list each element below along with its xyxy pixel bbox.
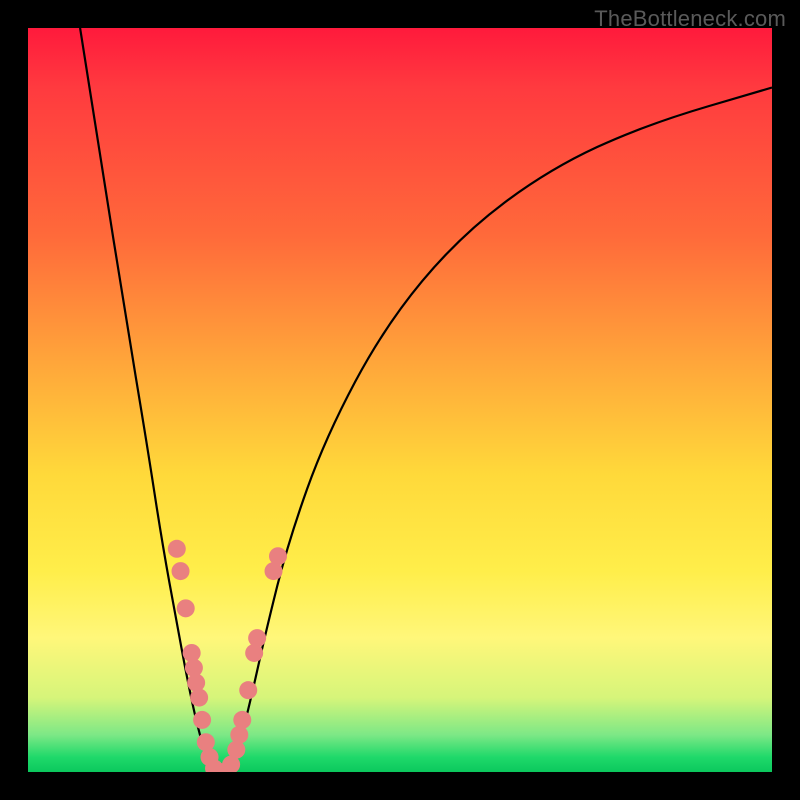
data-marker: [227, 741, 245, 759]
data-marker: [269, 547, 287, 565]
data-marker: [168, 540, 186, 558]
chart-stage: TheBottleneck.com: [0, 0, 800, 800]
data-marker: [248, 629, 266, 647]
data-marker: [172, 562, 190, 580]
data-marker: [193, 711, 211, 729]
marker-layer: [168, 540, 287, 772]
data-marker: [233, 711, 251, 729]
data-marker: [230, 726, 248, 744]
data-marker: [245, 644, 263, 662]
data-marker: [239, 681, 257, 699]
curve-right-arm: [229, 88, 772, 772]
plot-area: [28, 28, 772, 772]
data-marker: [177, 599, 195, 617]
chart-svg: [28, 28, 772, 772]
curve-layer: [80, 28, 772, 772]
data-marker: [190, 689, 208, 707]
data-marker: [187, 674, 205, 692]
